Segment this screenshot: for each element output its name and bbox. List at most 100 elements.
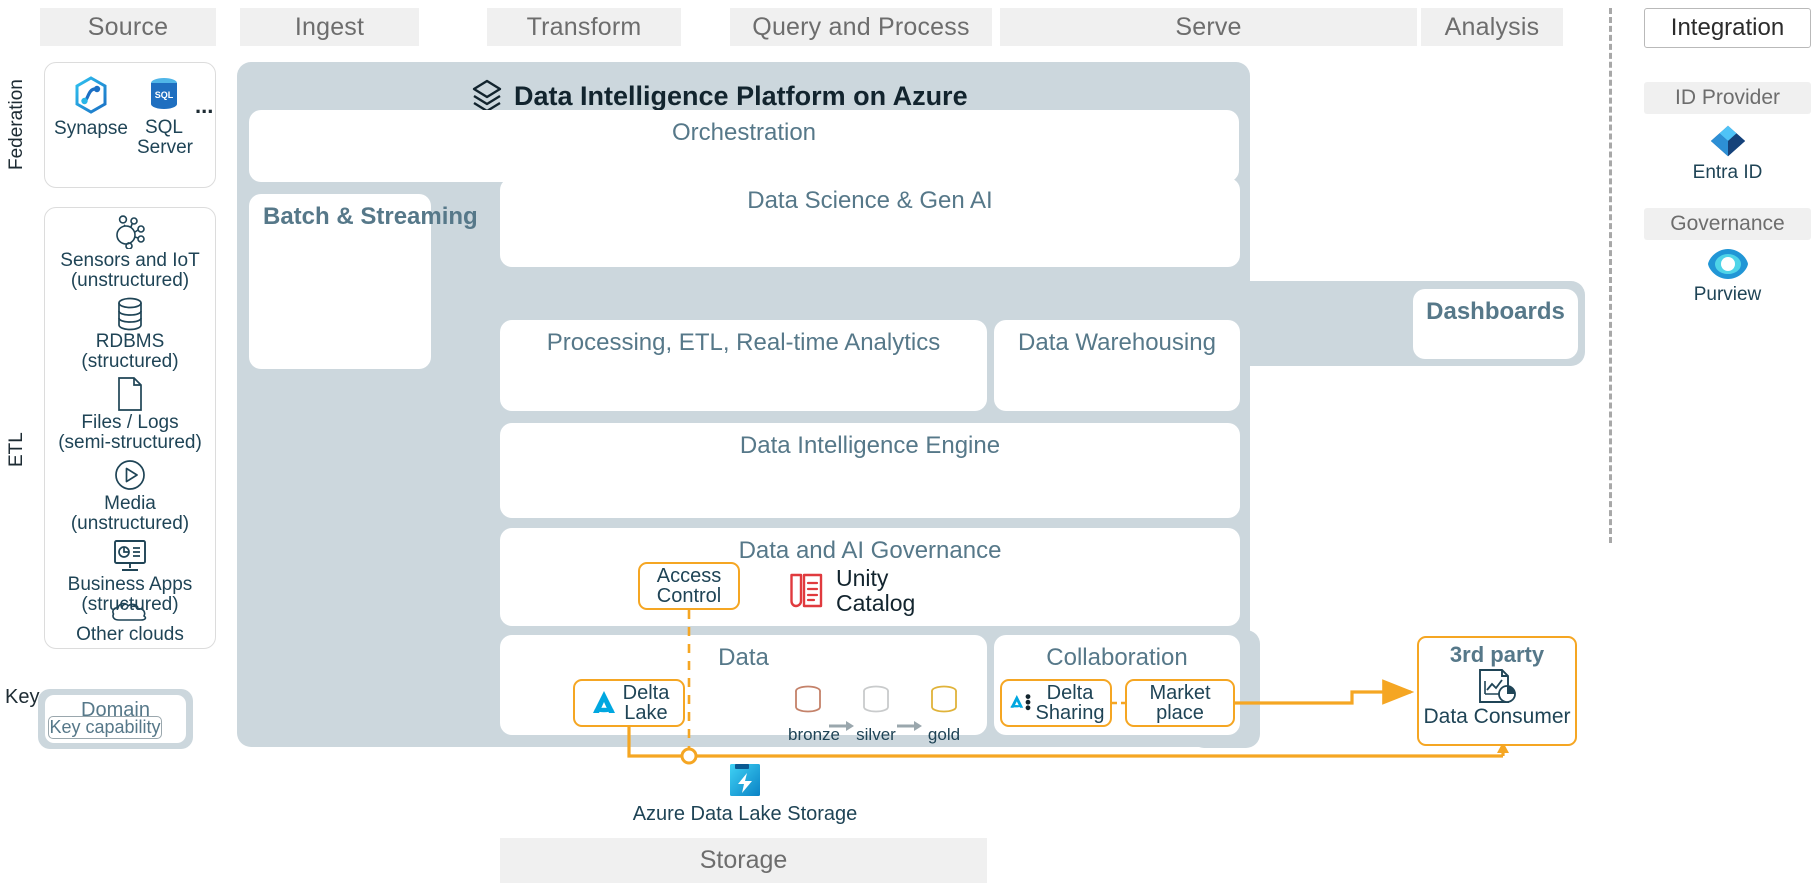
unity-catalog-icon <box>790 573 823 608</box>
gold-cylinder-icon <box>931 685 957 713</box>
report-chart-icon <box>1479 669 1516 704</box>
box-data-ai-governance[interactable]: Data and AI Governance Unity Catalog <box>500 528 1240 626</box>
capability-marketplace[interactable]: Market place <box>1125 679 1235 727</box>
medallion-gold: gold <box>924 682 964 745</box>
entra-id-icon <box>1710 125 1745 157</box>
connector-hub-node <box>680 747 698 765</box>
chip-id-provider-label: ID Provider <box>1674 86 1781 109</box>
phase-tab-query-and-process[interactable]: Query and Process <box>730 8 992 46</box>
delta-lake-icon <box>592 691 615 713</box>
medallion-arrow-1 <box>828 707 856 745</box>
box-data-science-gen-ai[interactable]: Data Science & Gen AI <box>500 178 1240 267</box>
integration-purview[interactable]: Purview <box>1644 245 1811 307</box>
box-dashboards-label: Dashboards <box>1426 298 1565 325</box>
medallion-gold-label: gold <box>927 725 961 744</box>
integration-purview-label: Purview <box>1693 284 1762 305</box>
phase-tab-analysis[interactable]: Analysis <box>1421 8 1563 46</box>
azure-data-lake-icon-wrap <box>723 760 767 800</box>
key-legend-label: Key <box>5 686 40 708</box>
third-party-box[interactable]: 3rd party Data Consumer <box>1417 636 1577 746</box>
monitor-chart-icon <box>114 540 146 571</box>
box-processing-label: Processing, ETL, Real-time Analytics <box>546 329 941 356</box>
phase-tab-serve[interactable]: Serve <box>1000 8 1417 46</box>
svg-text:SQL: SQL <box>155 90 174 100</box>
databricks-logo-icon <box>472 79 502 113</box>
database-icon <box>118 297 142 331</box>
integration-entra-id-label: Entra ID <box>1692 162 1763 183</box>
integration-header: Integration <box>1644 8 1811 48</box>
box-processing-etl-realtime-analytics[interactable]: Processing, ETL, Real-time Analytics <box>500 320 987 411</box>
storage-bar: Storage <box>500 838 987 883</box>
medallion-silver-label: silver <box>856 725 896 744</box>
delta-sharing-icon <box>1009 694 1030 711</box>
rail-label-federation: Federation <box>6 79 27 170</box>
unity-catalog[interactable]: Unity Catalog <box>790 566 915 616</box>
integration-divider <box>1609 8 1612 543</box>
chip-id-provider: ID Provider <box>1644 82 1811 114</box>
source-media[interactable]: Media (unstructured) <box>45 494 215 534</box>
box-orchestration-label: Orchestration <box>671 119 817 146</box>
sql-server-icon: SQL <box>151 78 177 109</box>
synapse-icon <box>75 76 107 114</box>
capability-delta-sharing[interactable]: Delta Sharing <box>1000 679 1112 727</box>
etl-source-card[interactable]: Sensors and IoT (unstructured) RDBMS (stru… <box>44 207 216 649</box>
platform-title-text: Data Intelligence Platform on Azure <box>514 80 968 111</box>
azure-data-lake-icon <box>730 764 760 796</box>
integration-entra-id[interactable]: Entra ID <box>1644 122 1811 184</box>
chip-governance-label: Governance <box>1670 212 1785 235</box>
bronze-cylinder-icon <box>795 685 821 713</box>
box-data-science-gen-ai-label: Data Science & Gen AI <box>747 187 993 214</box>
chip-governance: Governance <box>1644 208 1811 240</box>
source-icon-rdbms <box>45 296 215 332</box>
azure-data-lake-storage-label: Azure Data Lake Storage <box>632 803 858 825</box>
silver-cylinder-icon <box>863 685 889 713</box>
phase-tab-source[interactable]: Source <box>40 8 216 46</box>
key-legend-capability-label: Key capability <box>49 717 161 737</box>
source-rdbms[interactable]: RDBMS (structured) <box>45 332 215 372</box>
box-data-intelligence-engine[interactable]: Data Intelligence Engine <box>500 423 1240 518</box>
federation-source-card[interactable]: Synapse SQL SQL Server ... <box>44 62 216 188</box>
source-icon-sensors-iot <box>45 214 215 250</box>
box-data-label: Data <box>718 644 769 671</box>
box-engine-label: Data Intelligence Engine <box>739 432 1001 459</box>
source-sql-server[interactable]: SQL <box>137 75 191 115</box>
source-other-clouds[interactable]: Other clouds <box>45 625 215 645</box>
capability-delta-lake[interactable]: Delta Lake <box>573 679 685 727</box>
cloud-icon <box>112 602 147 621</box>
medallion-arrow-2 <box>896 707 924 745</box>
unity-catalog-label: Unity Catalog <box>836 565 916 616</box>
medallion-silver: silver <box>856 682 896 745</box>
third-party-label: Data Consumer <box>1423 705 1571 729</box>
source-sensors-iot[interactable]: Sensors and IoT (unstructured) <box>45 251 215 291</box>
box-dashboards[interactable]: Dashboards <box>1413 289 1578 359</box>
capability-delta-lake-label: Delta Lake <box>622 681 670 724</box>
key-legend-capability: Key capability <box>48 716 162 739</box>
capability-marketplace-label: Market place <box>1149 681 1211 724</box>
source-synapse-label: Synapse <box>54 118 128 139</box>
source-synapse[interactable] <box>55 75 127 120</box>
box-data-warehousing[interactable]: Data Warehousing <box>994 320 1240 411</box>
purview-icon <box>1707 249 1748 279</box>
source-files-logs[interactable]: Files / Logs (semi-structured) <box>45 413 215 453</box>
phase-tab-ingest[interactable]: Ingest <box>240 8 419 46</box>
capability-delta-sharing-label: Delta Sharing <box>1035 681 1105 724</box>
box-data-warehousing-label: Data Warehousing <box>1018 329 1216 356</box>
box-batch-streaming[interactable]: Batch & Streaming <box>249 194 478 369</box>
box-collaboration-label: Collaboration <box>1046 644 1188 671</box>
medallion-bronze-label: bronze <box>788 725 840 744</box>
integration-header-label: Integration <box>1670 14 1785 41</box>
box-batch-streaming-label: Batch & Streaming <box>263 203 478 230</box>
medallion-bronze: bronze <box>788 682 840 745</box>
capability-access-control[interactable]: Access Control <box>638 562 740 610</box>
platform-title: Data Intelligence Platform on Azure <box>470 78 968 114</box>
third-party-title: 3rd party <box>1449 642 1545 667</box>
capability-access-control-label: Access Control <box>656 564 722 607</box>
rail-label-etl: ETL <box>6 432 27 468</box>
box-governance-label: Data and AI Governance <box>738 537 1002 564</box>
file-icon <box>118 377 142 411</box>
iot-network-icon <box>116 215 145 249</box>
phase-tab-transform[interactable]: Transform <box>487 8 681 46</box>
box-orchestration[interactable]: Orchestration <box>249 110 1239 182</box>
storage-bar-label: Storage <box>699 846 788 874</box>
connector-marketplace-to-third-party <box>1235 679 1415 705</box>
